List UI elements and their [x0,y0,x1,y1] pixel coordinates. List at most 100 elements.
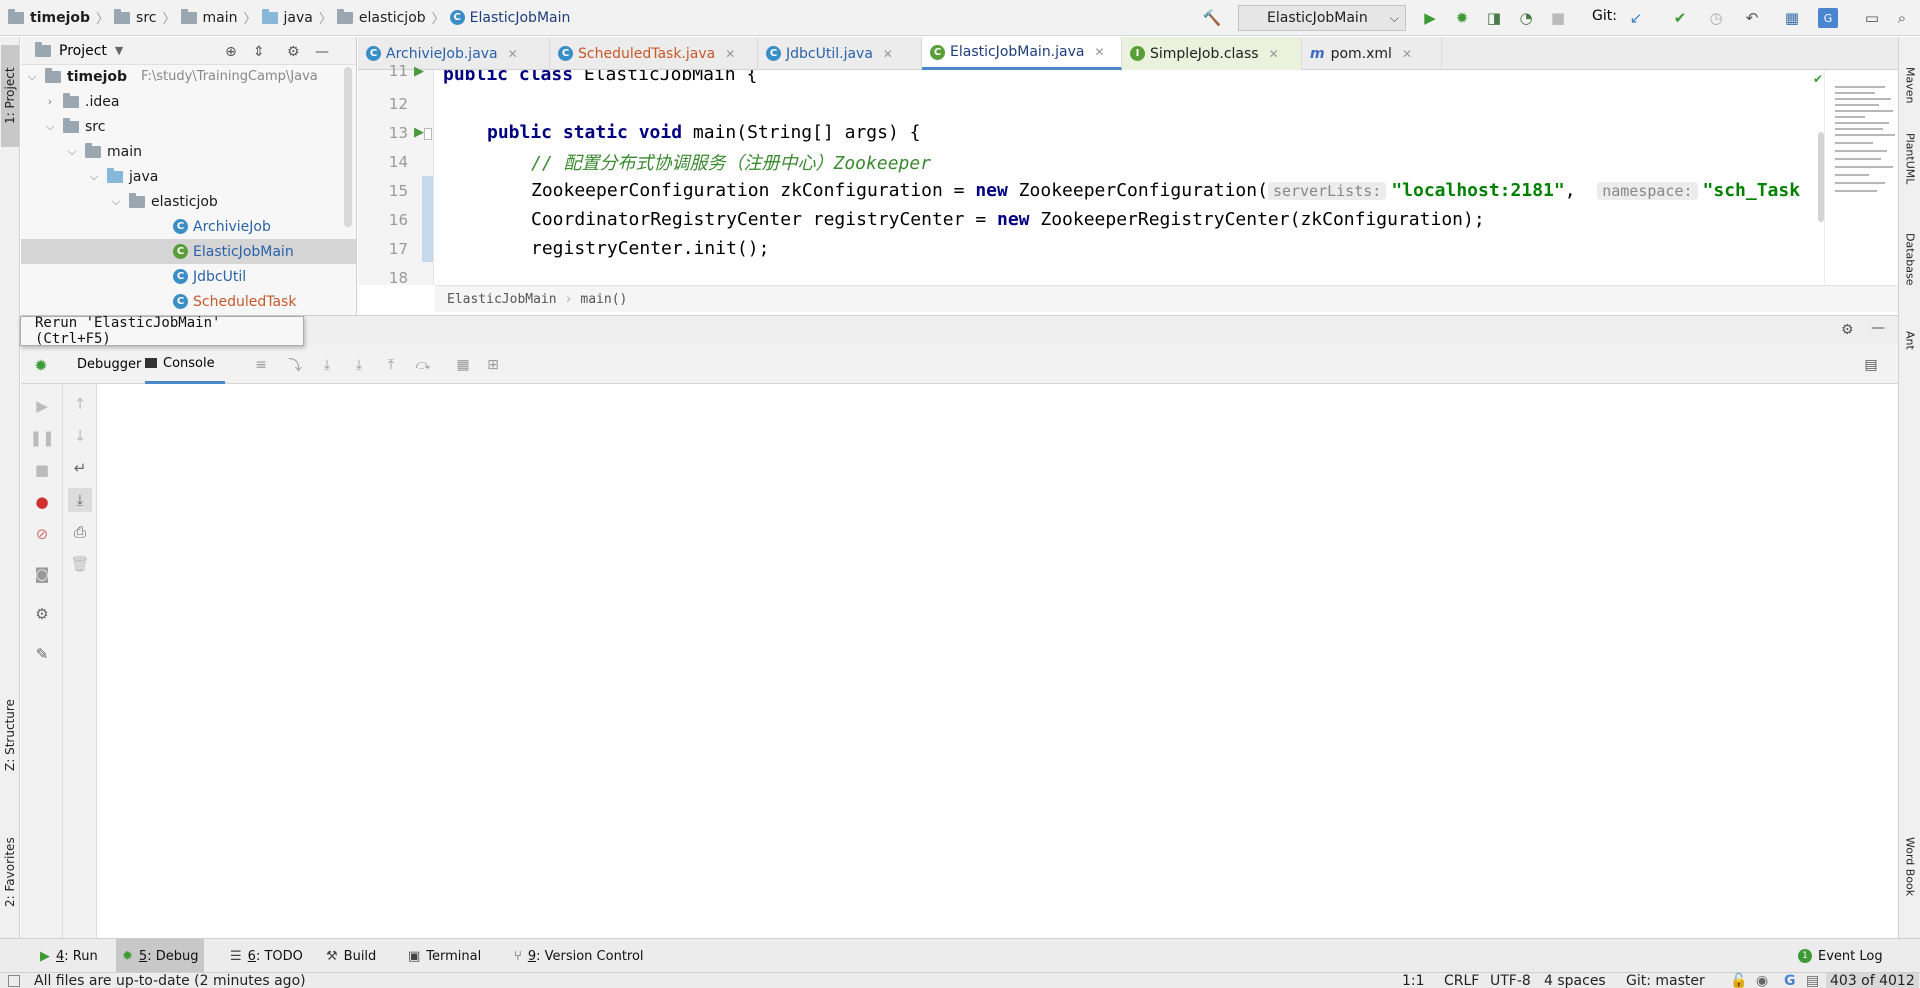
ant-tool-tab[interactable]: Ant [1901,331,1919,391]
step-over-icon[interactable]: ⤓ [317,355,337,375]
view-breakpoints-icon[interactable]: ● [30,490,54,514]
tab-scheduledtask[interactable]: C ScheduledTask.java ✕ [550,37,758,70]
tree-item-scheduledtask[interactable]: C ScheduledTask [173,289,296,314]
tool-terminal[interactable]: ▣ Terminal [402,939,487,973]
build-hammer-icon[interactable]: 🔨 [1202,8,1222,28]
debug-bug-icon[interactable]: ✹ [1452,8,1472,28]
tool-build[interactable]: ⚒ Build [320,939,382,973]
gear-icon[interactable]: ⚙ [287,44,300,60]
git-update-icon[interactable]: ↙ [1626,8,1646,28]
toggle-tool-windows-icon[interactable] [8,975,20,987]
code-minimap[interactable]: ✔ [1813,70,1898,285]
editor-breadcrumb-method[interactable]: main() [580,292,627,307]
tool-run[interactable]: ▶ 4: Run [34,939,104,973]
chevron-down-icon[interactable]: ▼ [115,44,123,57]
breadcrumb-main[interactable]: main [203,10,238,26]
tool-debug[interactable]: ✹ 5: Debug [116,939,205,973]
memory-indicator[interactable]: 403 of 4012 [1826,973,1919,988]
presentation-mode-icon[interactable]: ▭ [1862,8,1882,28]
fold-marker[interactable] [424,128,432,140]
notifications-icon[interactable]: ▤ [1806,973,1819,988]
resume-icon[interactable]: ▶ [30,394,54,418]
inspection-ok-icon[interactable]: ✔ [1813,72,1823,86]
profile-icon[interactable]: ◔ [1516,8,1536,28]
google-icon[interactable]: G [1784,973,1796,988]
git-commit-icon[interactable]: ✔ [1670,8,1690,28]
inspector-icon[interactable]: ◉ [1756,973,1768,988]
evaluate-expression-icon[interactable]: ▦ [453,355,473,375]
soft-wrap-icon[interactable]: ↵ [68,456,92,480]
chevron-down-icon[interactable]: ⌵ [65,145,79,159]
breadcrumb-elasticjob[interactable]: elasticjob [359,10,426,26]
run-main-gutter-icon[interactable]: ▶ [414,125,424,140]
tree-item-archiviejob[interactable]: C ArchivieJob [173,214,271,239]
gear-icon[interactable]: ⚙ [30,602,54,626]
layout-icon[interactable]: ≡ [251,355,271,375]
tab-pom-xml[interactable]: m pom.xml ✕ [1302,37,1442,70]
stop-icon[interactable]: ■ [30,458,54,482]
down-arrow-icon[interactable]: ↓ [68,424,92,448]
database-tool-tab[interactable]: Database [1901,233,1919,343]
maven-tool-tab[interactable]: Maven [1901,67,1919,127]
close-icon[interactable]: ✕ [1269,47,1279,61]
structure-tool-tab[interactable]: Z: Structure [1,685,19,785]
search-everywhere-icon[interactable]: ⌕ [1892,8,1912,28]
print-icon[interactable]: ⎙ [68,520,92,544]
chevron-down-icon[interactable]: ⌵ [43,120,57,134]
tree-item-elasticjobmain[interactable]: C ElasticJobMain [21,239,356,264]
restore-layout-icon[interactable]: ▤ [1861,355,1881,375]
run-to-cursor-icon[interactable]: ⤼ [413,355,433,375]
trash-icon[interactable]: 🗑 [68,552,92,576]
pause-icon[interactable]: ❚❚ [29,426,54,450]
wordbook-tool-tab[interactable]: Word Book [1901,837,1919,947]
breadcrumb-timejob[interactable]: timejob [30,10,90,26]
run-icon[interactable]: ▶ [1420,8,1440,28]
mute-breakpoints-icon[interactable]: ⊘ [30,522,54,546]
chevron-down-icon[interactable]: ⌵ [109,195,123,209]
tab-console[interactable]: Console [145,345,225,384]
tree-item-elasticjob[interactable]: ⌵ elasticjob [109,189,218,214]
chevron-down-icon[interactable]: ⌵ [25,70,39,84]
breadcrumb-src[interactable]: src [136,10,156,26]
run-configuration-select[interactable]: ElasticJobMain ⌵ [1238,5,1406,31]
tool-todo[interactable]: ☰ 6: TODO [224,939,309,973]
hide-panel-icon[interactable]: — [315,44,329,60]
tool-version-control[interactable]: ⑂ 9: Version Control [508,939,650,973]
rerun-debug-icon[interactable]: ✹ [31,355,51,375]
editor-breadcrumb-class[interactable]: ElasticJobMain [447,292,557,307]
tree-item-src[interactable]: ⌵ src [43,114,105,139]
tab-simplejob[interactable]: I SimpleJob.class ✕ [1122,37,1302,70]
close-icon[interactable]: ✕ [508,47,518,61]
close-icon[interactable]: ✕ [1402,47,1412,61]
indent-setting[interactable]: 4 spaces [1544,973,1606,988]
step-into-icon[interactable]: ⤓ [349,355,369,375]
breadcrumb-java[interactable]: java [284,10,313,26]
scroll-to-end-icon[interactable]: ⤓ [68,488,92,512]
collapse-all-icon[interactable]: ⇕ [253,44,265,60]
git-history-icon[interactable]: ◷ [1706,8,1726,28]
run-class-gutter-icon[interactable]: ▶ [414,64,424,79]
console-output[interactable] [97,384,1898,954]
close-icon[interactable]: ✕ [1094,45,1104,59]
translate-icon[interactable]: G [1818,8,1838,28]
project-panel-title[interactable]: Project [59,43,107,59]
tab-jdbcutil[interactable]: C JdbcUtil.java ✕ [758,37,922,70]
line-separator[interactable]: CRLF [1444,973,1479,988]
plantuml-tool-tab[interactable]: PlantUML [1901,133,1919,243]
tab-elasticjobmain[interactable]: C ElasticJobMain.java ✕ [922,37,1122,70]
locate-crosshair-icon[interactable]: ⊕ [225,44,237,60]
favorites-tool-tab[interactable]: 2: Favorites [1,817,19,927]
project-structure-icon[interactable]: ▦ [1782,8,1802,28]
pin-icon[interactable]: ✎ [30,642,54,666]
trace-icon[interactable]: ⊞ [483,355,503,375]
tree-item-idea[interactable]: › .idea [43,89,119,114]
caret-position[interactable]: 1:1 [1402,973,1425,988]
stop-icon[interactable]: ■ [1548,8,1568,28]
tree-item-timejob[interactable]: ⌵ timejob F:\study\TrainingCamp\Java [25,64,318,89]
run-with-coverage-icon[interactable]: ◨ [1484,8,1504,28]
vcs-change-marker[interactable] [422,176,433,262]
tree-item-main[interactable]: ⌵ main [65,139,142,164]
file-encoding[interactable]: UTF-8 [1490,973,1531,988]
up-arrow-icon[interactable]: ↑ [68,392,92,416]
close-icon[interactable]: ✕ [883,47,893,61]
